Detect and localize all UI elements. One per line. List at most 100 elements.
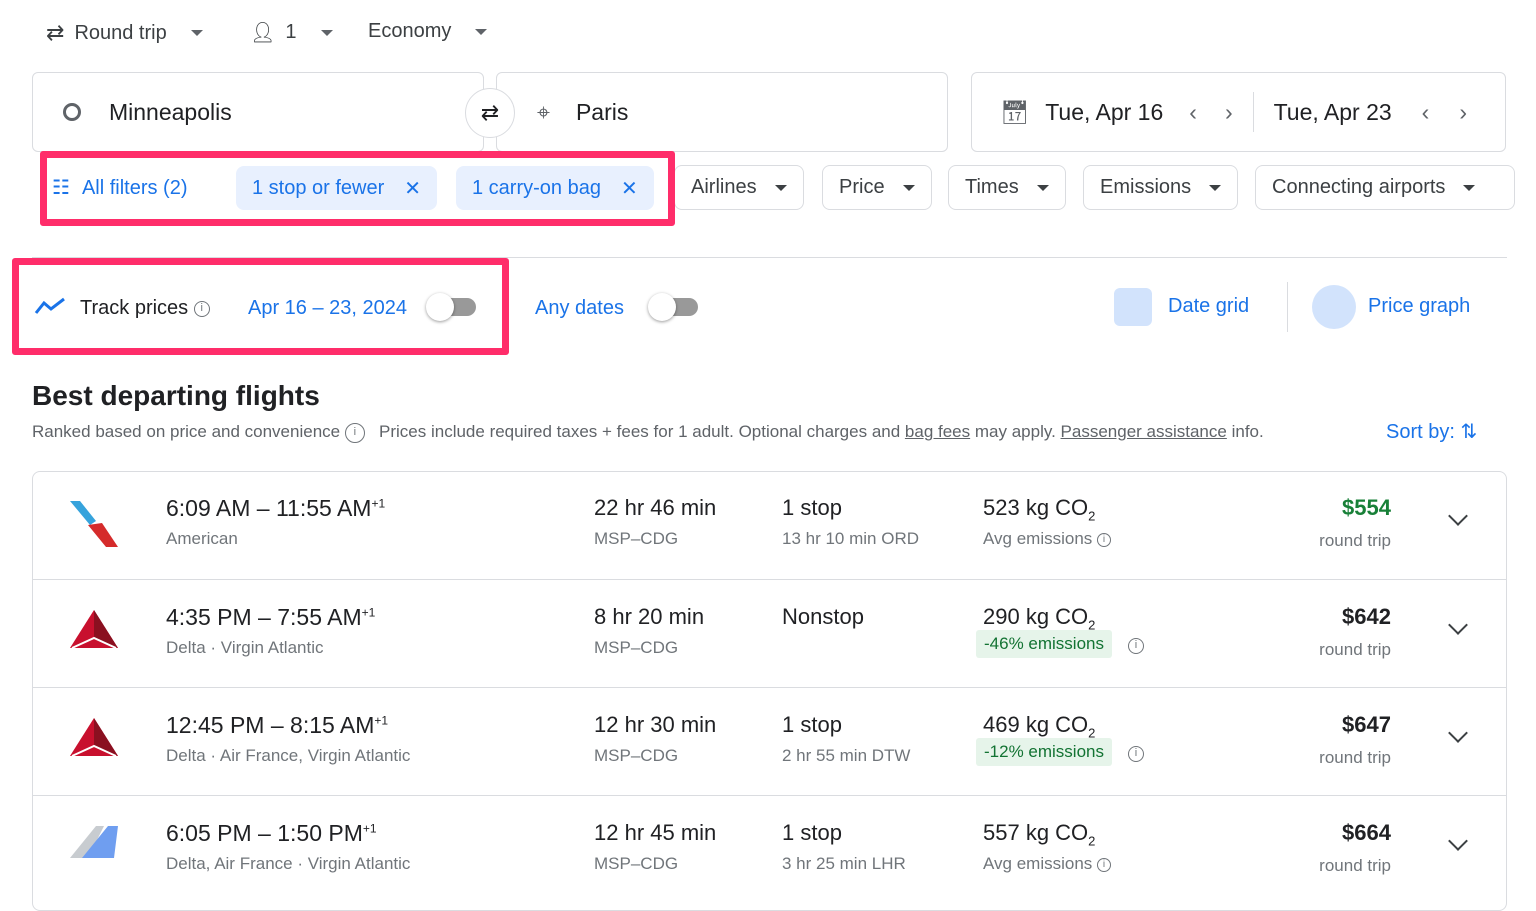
location-pin-icon: ⌖ xyxy=(537,99,550,126)
highlight-box xyxy=(40,151,675,226)
co2: 469 kg CO2 xyxy=(983,712,1095,740)
emissions-label: Avg emissions i xyxy=(983,854,1111,874)
route: MSP–CDG xyxy=(594,854,678,874)
co2: 523 kg CO2 xyxy=(983,495,1095,523)
date-grid-icon xyxy=(1114,288,1152,326)
duration: 12 hr 30 min xyxy=(594,712,716,738)
chevron-down-icon[interactable] xyxy=(1448,831,1468,851)
circle-icon xyxy=(63,103,81,121)
price-graph-icon xyxy=(1312,285,1356,329)
chevron-down-icon xyxy=(775,185,787,191)
divider xyxy=(1253,92,1254,132)
airlines-filter[interactable]: Airlines xyxy=(674,165,804,210)
chevron-down-icon xyxy=(191,30,203,36)
layover: 3 hr 25 min LHR xyxy=(782,854,906,874)
any-dates-label: Any dates xyxy=(535,297,624,320)
swap-button[interactable]: ⇄ xyxy=(465,88,515,138)
co2: 290 kg CO2 xyxy=(983,604,1095,632)
price-label: round trip xyxy=(1319,748,1391,768)
stops: 1 stop xyxy=(782,820,842,846)
price: $642 xyxy=(1342,604,1391,630)
results-title: Best departing flights xyxy=(32,380,320,412)
airline-name: Delta · Virgin Atlantic xyxy=(166,638,323,658)
next-date-icon[interactable]: › xyxy=(1459,99,1467,126)
flight-row[interactable]: 6:09 AM – 11:55 AM+1 American 22 hr 46 m… xyxy=(32,471,1507,579)
highlight-box xyxy=(12,258,509,355)
duration: 12 hr 45 min xyxy=(594,820,716,846)
flight-times: 12:45 PM – 8:15 AM+1 xyxy=(166,712,388,739)
chevron-down-icon xyxy=(1037,185,1049,191)
bag-fees-link[interactable]: bag fees xyxy=(905,422,970,441)
passengers-select[interactable]: 👤︎1 xyxy=(250,20,333,45)
flight-row[interactable]: 12:45 PM – 8:15 AM+1 Delta · Air France,… xyxy=(32,687,1507,795)
flight-row[interactable]: 4:35 PM – 7:55 AM+1 Delta · Virgin Atlan… xyxy=(32,579,1507,687)
date-picker[interactable]: 📅︎ Tue, Apr 16 ‹ › Tue, Apr 23 ‹ › xyxy=(971,72,1506,152)
emissions-filter[interactable]: Emissions xyxy=(1083,165,1238,210)
info-icon[interactable]: i xyxy=(345,423,365,443)
chevron-down-icon[interactable] xyxy=(1448,506,1468,526)
info-icon[interactable]: i xyxy=(1097,533,1111,547)
co2: 557 kg CO2 xyxy=(983,820,1095,848)
depart-date[interactable]: Tue, Apr 16 xyxy=(1045,99,1163,126)
flight-times: 4:35 PM – 7:55 AM+1 xyxy=(166,604,375,631)
prev-date-icon[interactable]: ‹ xyxy=(1422,99,1430,126)
airline-logo-icon xyxy=(68,608,120,657)
origin-input[interactable]: Minneapolis xyxy=(32,72,484,152)
chevron-down-icon xyxy=(1463,185,1475,191)
chevron-down-icon[interactable] xyxy=(1448,723,1468,743)
flight-times: 6:09 AM – 11:55 AM+1 xyxy=(166,495,385,522)
price-label: round trip xyxy=(1319,531,1391,551)
next-date-icon[interactable]: › xyxy=(1225,99,1233,126)
airline-logo-icon xyxy=(68,499,120,554)
cabin-select[interactable]: Economy xyxy=(368,20,487,43)
prev-date-icon[interactable]: ‹ xyxy=(1189,99,1197,126)
chevron-down-icon xyxy=(321,30,333,36)
destination-input[interactable]: ⌖Paris xyxy=(496,72,948,152)
price-label: round trip xyxy=(1319,640,1391,660)
info-icon[interactable]: i xyxy=(1128,638,1144,654)
price: $647 xyxy=(1342,712,1391,738)
price-filter[interactable]: Price xyxy=(822,165,932,210)
connecting-airports-filter[interactable]: Connecting airports xyxy=(1255,165,1515,210)
duration: 22 hr 46 min xyxy=(594,495,716,521)
layover: 13 hr 10 min ORD xyxy=(782,529,919,549)
stops: Nonstop xyxy=(782,604,864,630)
airline-logo-icon xyxy=(68,824,120,865)
results-note: Ranked based on price and convenience i … xyxy=(32,422,1264,443)
info-icon[interactable]: i xyxy=(1128,746,1144,762)
route: MSP–CDG xyxy=(594,529,678,549)
layover: 2 hr 55 min DTW xyxy=(782,746,910,766)
passenger-assistance-link[interactable]: Passenger assistance xyxy=(1061,422,1227,441)
trip-type-select[interactable]: ⇄Round trip xyxy=(46,20,203,46)
airline-name: Delta, Air France · Virgin Atlantic xyxy=(166,854,410,874)
chevron-down-icon[interactable] xyxy=(1448,615,1468,635)
price: $664 xyxy=(1342,820,1391,846)
stops: 1 stop xyxy=(782,712,842,738)
flight-row[interactable]: 6:05 PM – 1:50 PM+1 Delta, Air France · … xyxy=(32,795,1507,903)
route: MSP–CDG xyxy=(594,638,678,658)
airline-name: Delta · Air France, Virgin Atlantic xyxy=(166,746,410,766)
calendar-icon: 📅︎ xyxy=(1000,99,1029,126)
price: $554 xyxy=(1342,495,1391,521)
divider xyxy=(1287,282,1288,332)
date-grid-button[interactable]: Date grid xyxy=(1168,295,1249,318)
chevron-down-icon xyxy=(903,185,915,191)
price-label: round trip xyxy=(1319,856,1391,876)
chevron-down-icon xyxy=(1209,185,1221,191)
duration: 8 hr 20 min xyxy=(594,604,704,630)
stops: 1 stop xyxy=(782,495,842,521)
price-graph-button[interactable]: Price graph xyxy=(1368,295,1470,318)
emissions-label: Avg emissions i xyxy=(983,529,1111,549)
sort-by-button[interactable]: Sort by: ⇅ xyxy=(1386,419,1477,444)
chevron-down-icon xyxy=(475,29,487,35)
airline-logo-icon xyxy=(68,716,120,765)
info-icon[interactable]: i xyxy=(1097,858,1111,872)
route: MSP–CDG xyxy=(594,746,678,766)
emissions-badge: -46% emissions xyxy=(976,630,1112,658)
emissions-badge: -12% emissions xyxy=(976,738,1112,766)
return-date[interactable]: Tue, Apr 23 xyxy=(1274,99,1392,126)
any-dates-toggle[interactable] xyxy=(648,296,698,318)
person-icon: 👤︎ xyxy=(250,20,275,45)
times-filter[interactable]: Times xyxy=(948,165,1066,210)
swap-arrows-icon: ⇄ xyxy=(46,20,64,46)
